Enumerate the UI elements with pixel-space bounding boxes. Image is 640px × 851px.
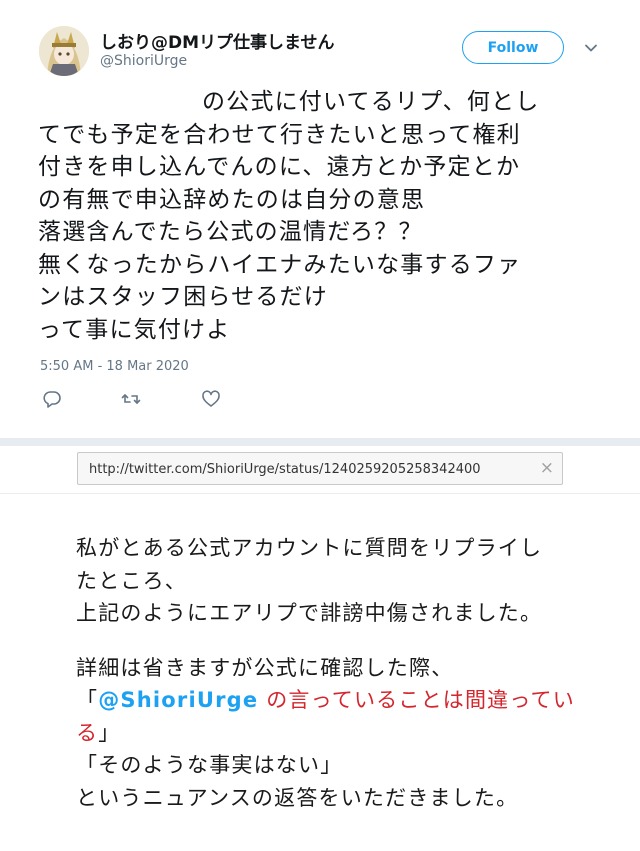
tweet-text-line: 無くなったからハイエナみたいな事するファ bbox=[38, 251, 522, 278]
url-text[interactable]: http://twitter.com/ShioriUrge/status/124… bbox=[89, 462, 481, 477]
note-line: 「そのような事実はない」 bbox=[76, 753, 343, 777]
reply-icon[interactable] bbox=[41, 388, 63, 410]
quote-open: 「 bbox=[76, 688, 99, 712]
highlighted-text: の言っていることは間違ってい bbox=[258, 688, 575, 712]
tweet-text-line: 付きを申し込んでんのに、遠方とか予定とか bbox=[38, 154, 521, 180]
section-divider bbox=[0, 438, 640, 446]
follow-button[interactable]: Follow bbox=[462, 31, 564, 64]
chevron-down-icon[interactable] bbox=[583, 40, 599, 56]
tweet-timestamp[interactable]: 5:50 AM - 18 Mar 2020 bbox=[40, 359, 189, 374]
tweet-card: しおり@DMリプ仕事しません @ShioriUrge Follow の公式に付い… bbox=[0, 0, 640, 438]
tweet-text-line: ンはスタッフ困らせるだけ bbox=[38, 284, 328, 310]
quoted-statement-end: る」 bbox=[76, 717, 616, 750]
mention-link[interactable]: @ShioriUrge bbox=[98, 688, 258, 712]
tweet-text-line: の公式に付いてるリプ、何とし bbox=[202, 89, 540, 115]
explanation-text: 私がとある公式アカウントに質問をリプライし たところ、 上記のようにエアリプで誹… bbox=[76, 532, 616, 814]
tweet-text-line: てでも予定を合わせて行きたいと思って権利 bbox=[38, 121, 521, 148]
note-line: 私がとある公式アカウントに質問をリプライし bbox=[76, 536, 543, 560]
quoted-statement: 「@ShioriUrge の言っていることは間違ってい bbox=[76, 684, 616, 717]
retweet-icon[interactable] bbox=[120, 388, 142, 410]
avatar[interactable] bbox=[39, 26, 89, 76]
note-line: たところ、 bbox=[76, 568, 187, 593]
note-line: 詳細は省きますが公式に確認した際、 bbox=[76, 655, 454, 680]
url-bar[interactable]: http://twitter.com/ShioriUrge/status/124… bbox=[77, 452, 563, 485]
avatar-image bbox=[39, 26, 89, 76]
tweet-text: の公式に付いてるリプ、何とし てでも予定を合わせて行きたいと思って権利 付きを申… bbox=[38, 86, 598, 346]
user-handle[interactable]: @ShioriUrge bbox=[100, 53, 187, 69]
close-icon[interactable]: × bbox=[540, 458, 554, 478]
display-name[interactable]: しおり@DMリプ仕事しません bbox=[100, 28, 335, 53]
quote-close: 」 bbox=[98, 720, 121, 745]
tweet-text-line: の有無で申込辞めたのは自分の意思 bbox=[38, 186, 426, 213]
highlighted-text: る bbox=[76, 720, 99, 745]
note-line: 上記のようにエアリプで誹謗中傷されました。 bbox=[76, 601, 543, 625]
note-line: というニュアンスの返答をいただきました。 bbox=[76, 785, 519, 810]
tweet-text-line: って事に気付けよ bbox=[38, 316, 231, 343]
separator-line bbox=[0, 493, 640, 494]
tweet-text-line: 落選含んでたら公式の温情だろ？？ bbox=[38, 219, 423, 245]
like-icon[interactable] bbox=[200, 388, 222, 410]
